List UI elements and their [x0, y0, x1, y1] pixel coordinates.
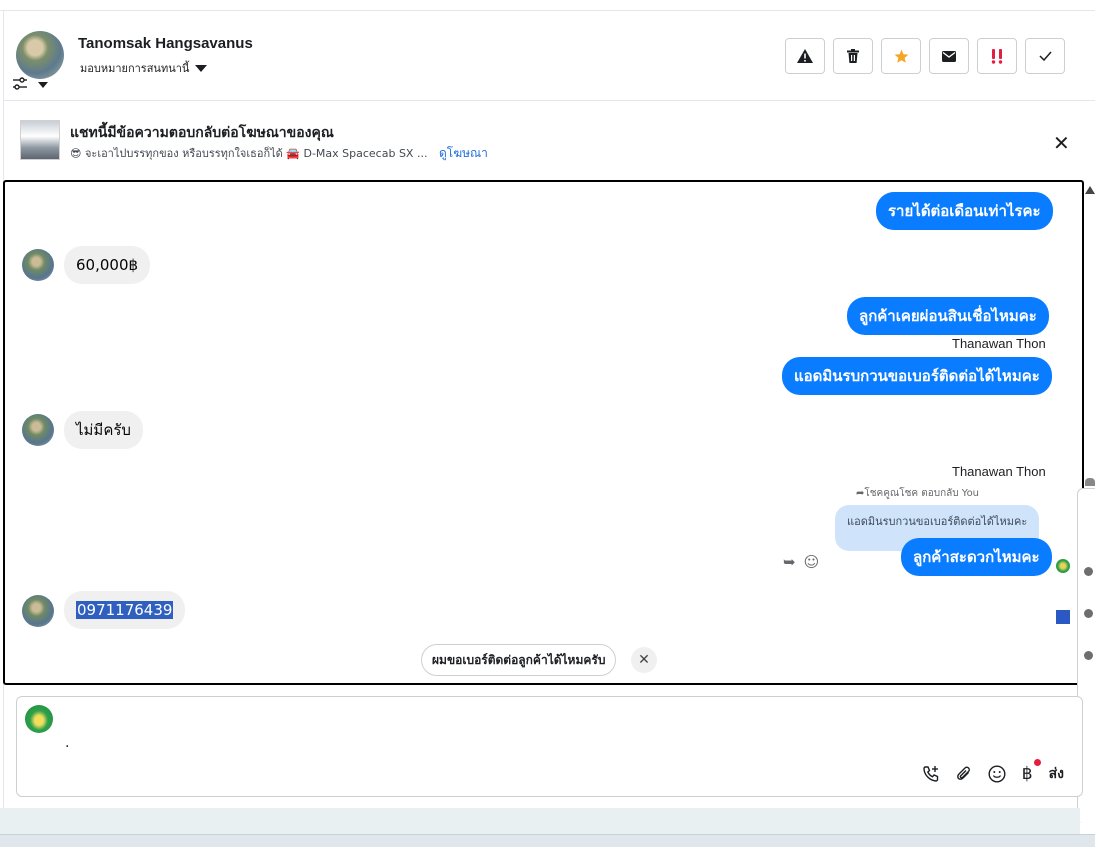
contact-avatar-small[interactable]	[22, 595, 54, 627]
contact-name[interactable]: Tanomsak Hangsavanus	[78, 35, 253, 52]
dismiss-suggestion-icon[interactable]: ✕	[631, 647, 657, 673]
inbox-app: Tanomsak Hangsavanus มอบหมายการสนทนานี้	[0, 0, 1095, 847]
taskbar	[0, 834, 1095, 847]
mark-done-button[interactable]	[1025, 38, 1065, 74]
message-incoming[interactable]: 0971176439	[64, 591, 186, 629]
attachment-icon[interactable]	[956, 765, 972, 783]
composer-input[interactable]: .	[65, 735, 69, 751]
contact-avatar[interactable]	[16, 31, 64, 79]
payment-button[interactable]: ฿	[1021, 759, 1041, 784]
contact-avatar-small[interactable]	[22, 249, 54, 281]
send-button[interactable]: ส่ง	[1049, 763, 1064, 785]
close-icon[interactable]: ✕	[1053, 131, 1070, 155]
message-composer[interactable]: . ฿ ส่ง	[16, 696, 1083, 797]
message-outgoing[interactable]: ลูกค้าเคยผ่อนสินเชื่อไหมคะ	[847, 297, 1049, 335]
message-incoming[interactable]: 60,000฿	[64, 246, 151, 284]
emoji-icon[interactable]	[988, 765, 1006, 783]
star-button[interactable]	[881, 38, 921, 74]
phone-add-icon[interactable]	[922, 765, 940, 783]
sender-name: Thanawan Thon	[952, 464, 1046, 479]
composer-tools: ฿ ส่ง	[922, 759, 1064, 785]
ad-subtitle: 😎 จะเอาไปบรรทุกของ หรือบรรทุกใจเธอก็ได้ …	[70, 147, 428, 160]
message-outgoing[interactable]: รายได้ต่อเดือนเท่าไรคะ	[876, 192, 1053, 230]
chevron-down-icon	[195, 64, 208, 72]
assign-conversation-dropdown[interactable]: มอบหมายการสนทนานี้	[80, 59, 208, 77]
warning-icon	[797, 49, 813, 63]
sender-name: Thanawan Thon	[952, 336, 1046, 351]
filter-chevron-down-icon[interactable]	[38, 82, 48, 88]
seen-indicator	[1056, 610, 1070, 624]
ad-subtitle-row: 😎 จะเอาไปบรรทุกของ หรือบรรทุกใจเธอก็ได้ …	[70, 144, 488, 163]
check-icon	[1038, 51, 1052, 61]
message-incoming[interactable]: ไม่มีครับ	[64, 411, 143, 449]
baht-icon: ฿	[1021, 764, 1033, 784]
notification-dot	[1033, 759, 1041, 766]
ad-reply-title: แชทนี้มีข้อความตอบกลับต่อโฆษณาของคุณ	[70, 125, 334, 141]
conversation-header: Tanomsak Hangsavanus มอบหมายการสนทนานี้	[4, 11, 1095, 101]
ad-reply-bar: แชทนี้มีข้อความตอบกลับต่อโฆษณาของคุณ 😎 จ…	[4, 101, 1095, 179]
ad-thumbnail[interactable]	[20, 120, 60, 160]
message-tools: ➥ ☺	[783, 553, 819, 571]
footer-area	[0, 808, 1080, 834]
avatar-dot-icon[interactable]	[1084, 609, 1093, 618]
mark-important-button[interactable]	[977, 38, 1017, 74]
avatar-dot-icon[interactable]	[1084, 567, 1093, 576]
message-outgoing[interactable]: แอดมินรบกวนขอเบอร์ติดต่อได้ไหมคะ	[782, 357, 1052, 395]
filter-settings-icon[interactable]	[12, 77, 28, 91]
reply-meta: ➦โชคคูณโชค ตอบกลับ You	[856, 486, 979, 501]
page-avatar	[25, 705, 53, 733]
mark-unread-button[interactable]	[929, 38, 969, 74]
view-ad-link[interactable]: ดูโฆษณา	[439, 146, 488, 160]
scrollbar-thumb[interactable]	[1085, 478, 1095, 486]
trash-icon	[847, 49, 859, 63]
message-thread[interactable]: รายได้ต่อเดือนเท่าไรคะ 60,000฿ ลูกค้าเคย…	[3, 180, 1084, 685]
assign-label: มอบหมายการสนทนานี้	[80, 62, 190, 75]
scroll-up-arrow-icon[interactable]	[1085, 186, 1095, 194]
message-outgoing[interactable]: ลูกค้าสะดวกไหมคะ	[901, 538, 1052, 576]
mail-icon	[942, 50, 956, 62]
phone-number-text[interactable]: 0971176439	[76, 601, 174, 619]
contact-avatar-small[interactable]	[22, 414, 54, 446]
reply-icon[interactable]: ➥	[783, 553, 796, 571]
suggested-reply-chip[interactable]: ผมขอเบอร์ติดต่อลูกค้าได้ไหมครับ	[421, 644, 617, 676]
star-icon	[894, 49, 908, 63]
read-receipt-avatar	[1056, 559, 1070, 573]
important-icon	[991, 48, 1003, 64]
delete-button[interactable]	[833, 38, 873, 74]
react-emoji-icon[interactable]: ☺	[804, 553, 820, 571]
report-button[interactable]	[785, 38, 825, 74]
reply-meta-text: โชคคูณโชค ตอบกลับ You	[864, 488, 980, 499]
header-actions	[785, 38, 1065, 74]
avatar-dot-icon[interactable]	[1084, 651, 1093, 660]
